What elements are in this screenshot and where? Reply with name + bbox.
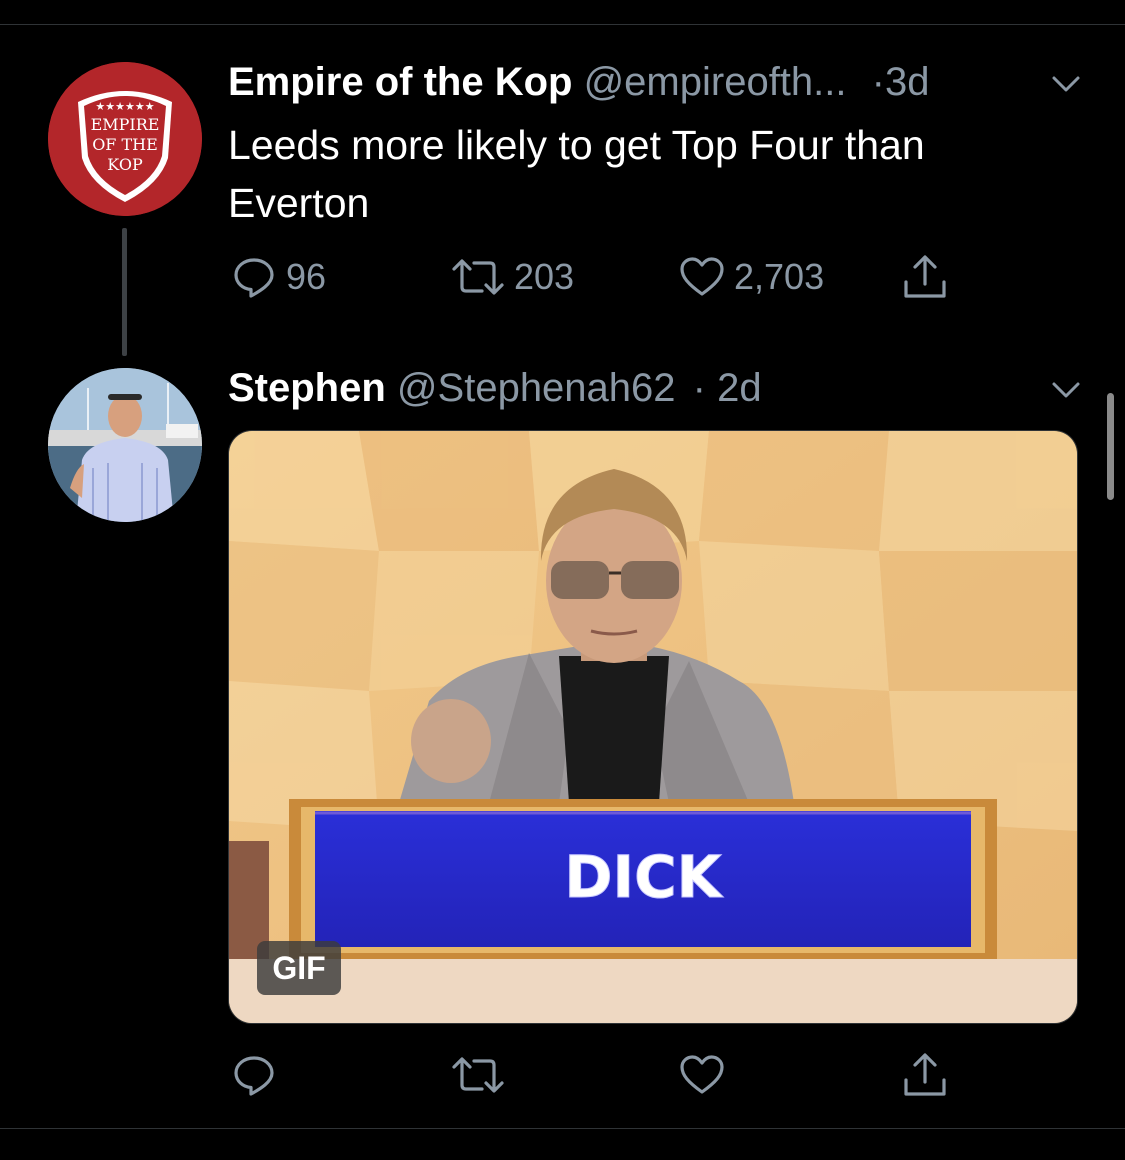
handle[interactable]: @Stephenah62 <box>397 366 676 410</box>
like-button[interactable]: 2,703 <box>678 252 824 302</box>
heart-icon <box>680 257 724 296</box>
display-name[interactable]: Empire of the Kop <box>228 60 572 104</box>
logo-line-1: EMPIRE <box>91 115 160 134</box>
empire-of-the-kop-logo-icon: ★★★★★★ EMPIRE OF THE KOP <box>48 62 202 216</box>
share-button[interactable] <box>900 1050 950 1100</box>
reply-icon <box>234 258 274 298</box>
retweet-button[interactable] <box>450 1050 506 1100</box>
divider <box>0 24 1125 25</box>
avatar[interactable] <box>48 368 202 522</box>
tweet-header: Empire of the Kop @empireofth... ·3d <box>228 58 929 106</box>
caption-plate: DICK <box>564 843 723 911</box>
gif-badge: GIF <box>257 941 341 995</box>
logo-line-3: KOP <box>107 155 143 174</box>
handle[interactable]: @empireofth... <box>584 60 847 104</box>
avatar[interactable]: ★★★★★★ EMPIRE OF THE KOP <box>48 62 202 216</box>
scrollbar[interactable] <box>1107 393 1114 500</box>
retweet-count: 203 <box>514 256 575 297</box>
share-icon <box>904 1053 946 1096</box>
divider <box>0 1128 1125 1129</box>
profile-photo <box>48 368 202 522</box>
reply-count: 96 <box>286 256 327 297</box>
logo-line-2: OF THE <box>92 135 158 154</box>
retweet-button[interactable]: 203 <box>450 252 574 302</box>
reply-button[interactable] <box>230 1050 278 1100</box>
display-name[interactable]: Stephen <box>228 366 386 410</box>
chevron-down-icon[interactable] <box>1048 378 1084 402</box>
logo-stars: ★★★★★★ <box>95 100 154 113</box>
thread-connector <box>122 228 127 356</box>
timestamp[interactable]: 3d <box>885 60 930 104</box>
retweet-icon <box>452 259 504 295</box>
heart-icon <box>680 1055 724 1094</box>
like-count: 2,703 <box>734 256 825 297</box>
gif-frame: DICK <box>229 431 1077 1023</box>
share-icon <box>904 255 946 298</box>
like-button[interactable] <box>678 1050 726 1100</box>
timeline: ★★★★★★ EMPIRE OF THE KOP Empire of the K… <box>0 0 1125 1160</box>
timestamp[interactable]: 2d <box>717 366 762 410</box>
tweet-text: Leeds more likely to get Top Four than E… <box>228 122 925 226</box>
reply-button[interactable]: 96 <box>230 252 326 302</box>
retweet-icon <box>452 1057 504 1093</box>
gif-media[interactable]: DICK GIF <box>228 430 1078 1024</box>
share-button[interactable] <box>900 252 950 302</box>
separator: · <box>871 60 885 104</box>
chevron-down-icon[interactable] <box>1048 72 1084 96</box>
tweet-header: Stephen @Stephenah62 · 2d <box>228 364 762 412</box>
separator: · <box>692 366 706 410</box>
reply-icon <box>234 1056 274 1096</box>
